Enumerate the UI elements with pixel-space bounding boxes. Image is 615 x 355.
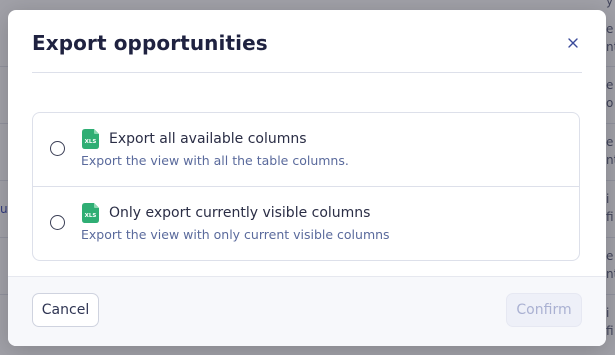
option-description: Export the view with all the table colum… — [81, 153, 349, 168]
radio-export-all-columns[interactable] — [50, 141, 65, 156]
confirm-button[interactable]: Confirm — [506, 293, 582, 327]
radio-export-visible-columns[interactable] — [50, 215, 65, 230]
xls-icon-label: XLS — [85, 213, 97, 219]
xls-icon-label: XLS — [85, 139, 97, 145]
export-options-group: XLS Export all available columns Export … — [32, 112, 580, 261]
close-button[interactable] — [566, 36, 580, 50]
export-dialog: Export opportunities XLS Export all avai… — [8, 10, 606, 346]
dialog-footer: Cancel Confirm — [8, 276, 606, 346]
xls-file-icon: XLS — [82, 203, 100, 223]
cancel-button[interactable]: Cancel — [32, 293, 99, 327]
xls-file-icon: XLS — [82, 129, 100, 149]
option-title: Export all available columns — [109, 131, 307, 147]
option-title: Only export currently visible columns — [109, 205, 371, 221]
close-icon — [568, 38, 578, 48]
option-export-all-columns[interactable]: XLS Export all available columns Export … — [33, 113, 579, 187]
dialog-header: Export opportunities — [32, 10, 582, 73]
dialog-title: Export opportunities — [32, 31, 268, 55]
option-export-visible-columns[interactable]: XLS Only export currently visible column… — [33, 187, 579, 260]
option-description: Export the view with only current visibl… — [81, 227, 390, 242]
